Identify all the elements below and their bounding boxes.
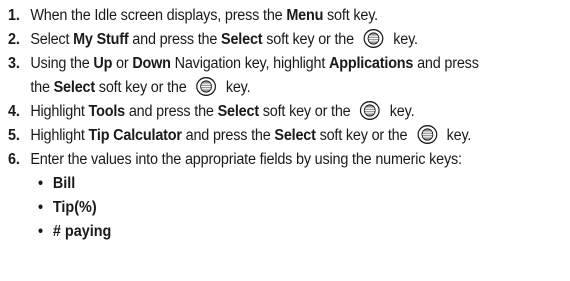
step-2: 2. Select My Stuff and press the Select …: [8, 28, 570, 52]
fields-list: • Bill • Tip(%) • # paying: [8, 172, 570, 244]
select-key-label: Select: [274, 127, 316, 144]
step-text: and press the: [125, 103, 218, 120]
down-key-label: Down: [132, 55, 171, 72]
step-text: key.: [389, 31, 418, 48]
step-text: key.: [222, 79, 251, 96]
step-text: soft key or the: [262, 31, 358, 48]
ok-key-icon: [360, 101, 381, 120]
my-stuff-label: My Stuff: [73, 31, 129, 48]
step-number: 1.: [8, 7, 20, 24]
step-5: 5. Highlight Tip Calculator and press th…: [8, 124, 570, 148]
step-text: or: [112, 55, 133, 72]
step-number: 5.: [8, 127, 20, 144]
step-text: Navigation key, highlight: [170, 55, 329, 72]
step-4: 4. Highlight Tools and press the Select …: [8, 100, 570, 124]
field-label: Bill: [52, 175, 76, 192]
select-key-label: Select: [217, 103, 260, 120]
field-label: # paying: [52, 223, 112, 240]
step-text: soft key or the: [315, 127, 412, 144]
step-text: key.: [385, 103, 415, 120]
field-item-paying: • # paying: [38, 220, 332, 244]
step-text: and press the: [128, 31, 222, 48]
field-item-bill: • Bill: [38, 172, 332, 196]
instruction-page: 1. When the Idle screen displays, press …: [0, 0, 570, 281]
step-1: 1. When the Idle screen displays, press …: [8, 4, 570, 28]
ok-key-icon: [417, 125, 437, 144]
ok-key-icon: [363, 29, 384, 48]
step-text: Select: [30, 31, 74, 48]
step-text: Using the: [30, 55, 94, 72]
step-6: 6. Enter the values into the appropriate…: [8, 148, 570, 172]
applications-label: Applications: [328, 55, 414, 72]
step-text: key.: [442, 127, 472, 144]
field-item-tip: • Tip(%): [38, 196, 332, 220]
bullet: •: [38, 199, 44, 216]
steps-list: 1. When the Idle screen displays, press …: [8, 4, 570, 172]
tip-calculator-label: Tip Calculator: [88, 127, 182, 144]
field-label: Tip(%): [52, 199, 97, 216]
step-number: 6.: [8, 151, 20, 168]
bullet: •: [38, 175, 44, 192]
step-text: soft key.: [323, 7, 378, 24]
step-number: 4.: [8, 103, 20, 120]
menu-key-label: Menu: [286, 7, 324, 24]
step-text: Highlight: [30, 127, 89, 144]
tools-label: Tools: [88, 103, 126, 120]
step-number: 2.: [8, 31, 20, 48]
step-text: Highlight: [30, 103, 89, 120]
step-3: 3. Using the Up or Down Navigation key, …: [8, 52, 570, 100]
select-key-label: Select: [53, 79, 96, 96]
step-text: When the Idle screen displays, press the: [30, 7, 287, 24]
step-number: 3.: [8, 55, 20, 72]
ok-key-icon: [196, 77, 217, 96]
bullet: •: [38, 223, 44, 240]
up-key-label: Up: [93, 55, 113, 72]
step-text: soft key or the: [258, 103, 355, 120]
step-text: Enter the values into the appropriate fi…: [30, 151, 462, 168]
step-text: and press the: [181, 127, 275, 144]
step-text: and press: [413, 55, 479, 72]
step-text: the: [30, 79, 54, 96]
step-text: soft key or the: [94, 79, 191, 96]
select-key-label: Select: [221, 31, 263, 48]
